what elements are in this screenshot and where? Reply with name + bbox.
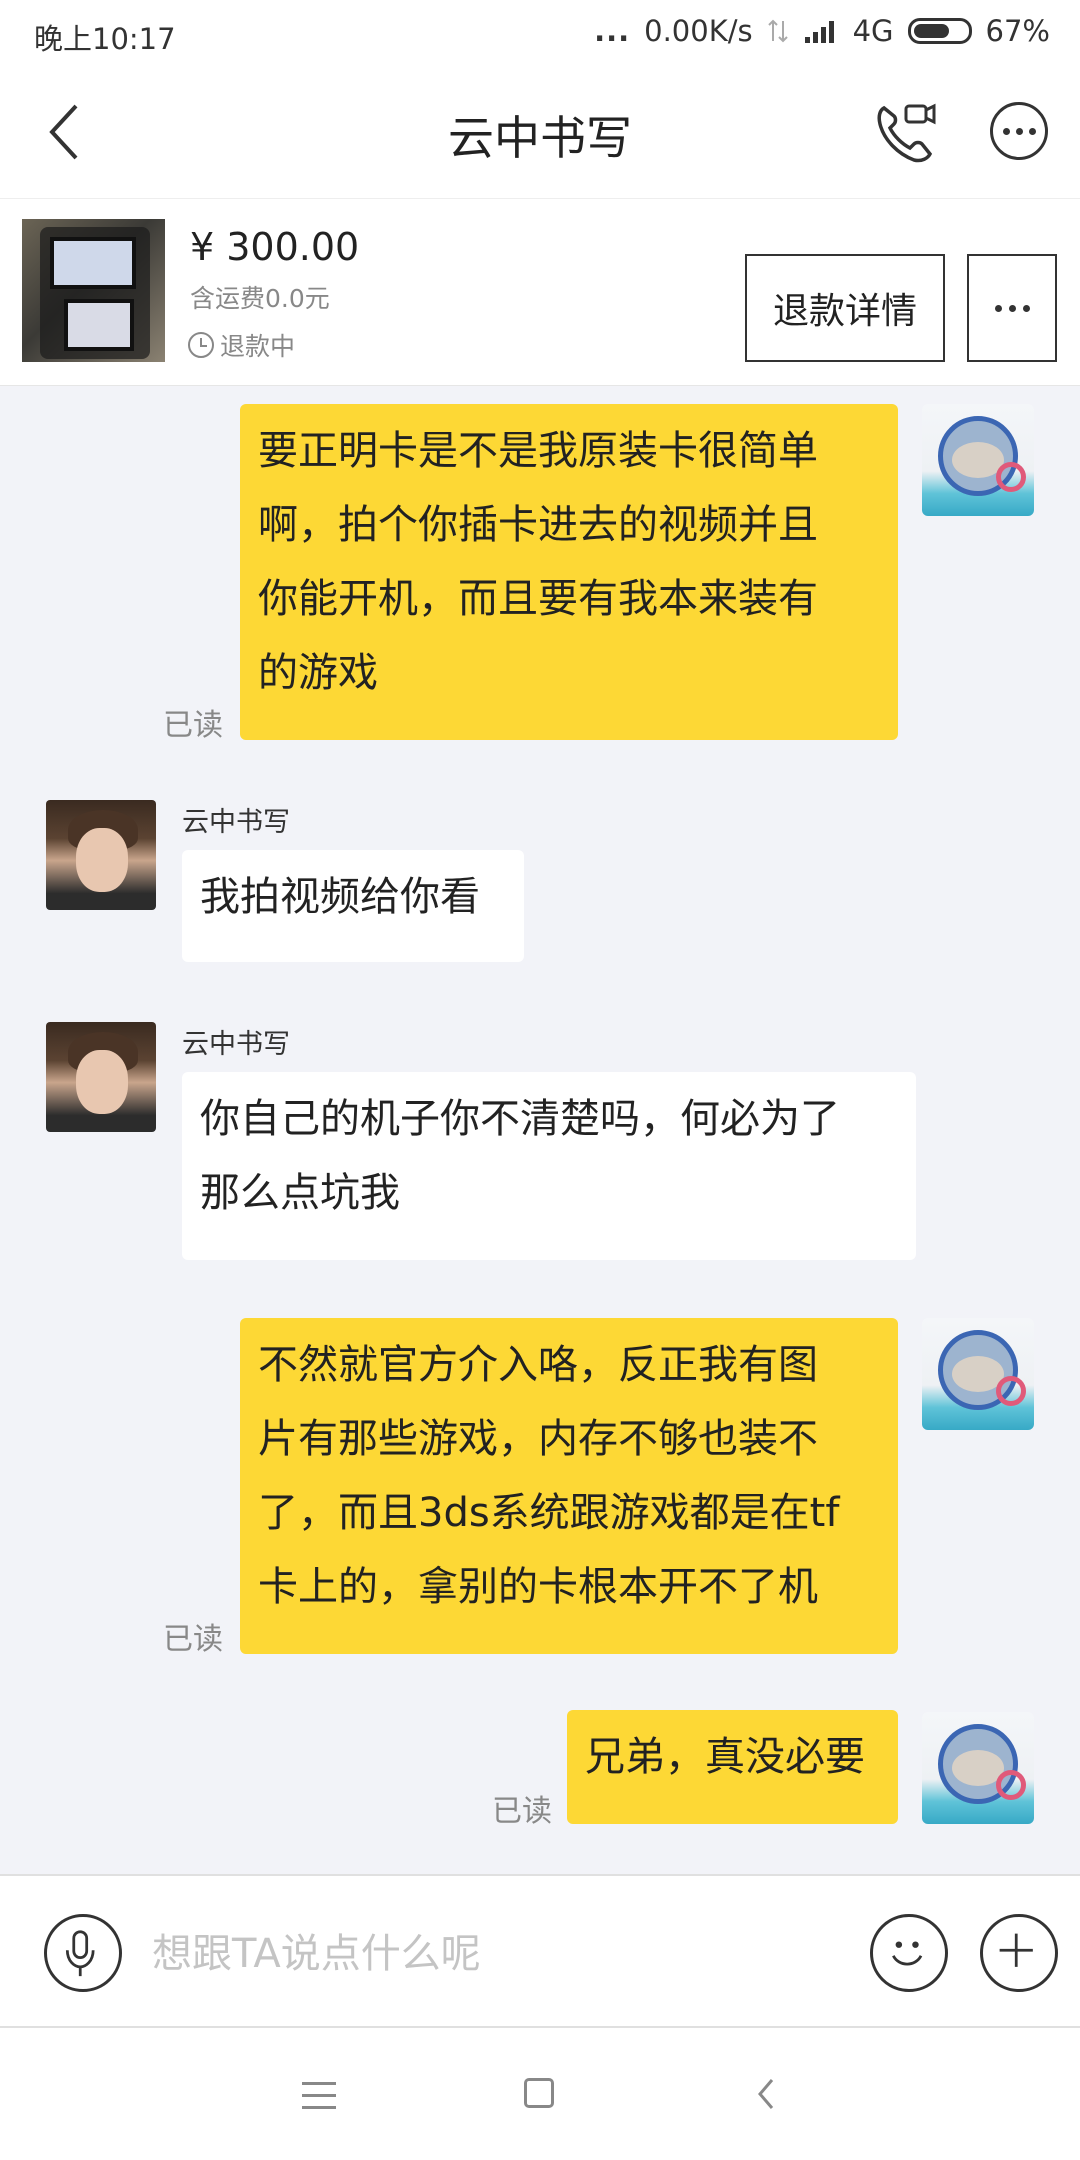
message-line: 片有那些游戏，内存不够也装不 bbox=[258, 1416, 818, 1462]
message-line: 我拍视频给你看 bbox=[200, 874, 480, 920]
battery-icon bbox=[907, 18, 972, 44]
avatar-ring bbox=[996, 462, 1026, 492]
avatar-mine[interactable] bbox=[922, 1712, 1034, 1824]
clock-icon bbox=[188, 332, 214, 358]
smiley-icon[interactable] bbox=[870, 1914, 948, 1992]
product-thumbnail[interactable] bbox=[22, 219, 165, 362]
thumbnail-top-screen bbox=[50, 237, 136, 289]
menu-icon[interactable] bbox=[302, 2082, 336, 2110]
message-line: 你自己的机子你不清楚吗，何必为了 bbox=[200, 1096, 840, 1142]
dot bbox=[1022, 304, 1030, 312]
message-line: 要正明卡是不是我原装卡很简单 bbox=[258, 428, 818, 474]
chat-header: 云中书写 bbox=[0, 66, 1080, 198]
dot bbox=[1015, 127, 1023, 135]
back-triangle-icon[interactable] bbox=[754, 2076, 778, 2112]
message-line: 啊，拍个你插卡进去的视频并且 bbox=[258, 502, 818, 548]
read-receipt: 已读 bbox=[492, 1794, 552, 1829]
message-line: 你能开机，而且要有我本来装有 bbox=[258, 576, 818, 622]
avatar-contact[interactable] bbox=[46, 1022, 156, 1132]
menu-line bbox=[302, 2082, 336, 2085]
refund-status: 退款中 bbox=[188, 327, 295, 363]
shipping-fee: 含运费0.0元 bbox=[190, 284, 330, 313]
plus-icon[interactable] bbox=[980, 1914, 1058, 1992]
avatar-face bbox=[76, 828, 128, 892]
battery-percent: 67% bbox=[985, 14, 1050, 48]
network-type: 4G bbox=[852, 14, 894, 48]
more-notifications-icon: ... bbox=[594, 14, 631, 48]
dot bbox=[994, 304, 1002, 312]
product-price: ¥ 300.00 bbox=[190, 225, 360, 269]
dot bbox=[1002, 127, 1010, 135]
thumbnail-bottom-screen bbox=[64, 299, 134, 351]
avatar-ring bbox=[996, 1376, 1026, 1406]
message-bubble-mine[interactable]: 要正明卡是不是我原装卡很简单 啊，拍个你插卡进去的视频并且 你能开机，而且要有我… bbox=[240, 404, 898, 740]
sender-name: 云中书写 bbox=[182, 1029, 290, 1060]
product-card: ¥ 300.00 含运费0.0元 退款中 退款详情 bbox=[0, 198, 1080, 386]
network-speed: 0.00K/s bbox=[644, 14, 753, 48]
avatar-contact[interactable] bbox=[46, 800, 156, 910]
read-receipt: 已读 bbox=[163, 1622, 223, 1657]
microphone-icon[interactable] bbox=[44, 1914, 122, 1992]
status-right: ... 0.00K/s 4G 67% bbox=[594, 14, 1050, 48]
signal-icon bbox=[804, 21, 834, 43]
data-arrows-icon bbox=[767, 19, 788, 43]
refund-details-button[interactable]: 退款详情 bbox=[745, 254, 945, 362]
avatar-mine[interactable] bbox=[922, 1318, 1034, 1430]
dot bbox=[1008, 304, 1016, 312]
avatar-ring bbox=[996, 1770, 1026, 1800]
message-line: 了，而且3ds系统跟游戏都是在tf bbox=[258, 1490, 840, 1536]
message-line: 的游戏 bbox=[258, 650, 378, 696]
battery-level bbox=[913, 24, 949, 38]
message-line: 卡上的，拿别的卡根本开不了机 bbox=[258, 1564, 818, 1610]
status-time: 晚上10:17 bbox=[34, 22, 176, 56]
read-receipt: 已读 bbox=[163, 708, 223, 743]
system-navigation-bar bbox=[0, 2028, 1080, 2160]
message-line: 那么点坑我 bbox=[200, 1170, 400, 1216]
dot bbox=[1028, 127, 1036, 135]
avatar-face bbox=[76, 1050, 128, 1114]
menu-line bbox=[302, 2094, 336, 2097]
message-bubble-mine[interactable]: 不然就官方介入咯，反正我有图 片有那些游戏，内存不够也装不 了，而且3ds系统跟… bbox=[240, 1318, 898, 1654]
message-input-bar bbox=[0, 1874, 1080, 2028]
home-square-icon[interactable] bbox=[524, 2078, 554, 2108]
message-bubble-contact[interactable]: 我拍视频给你看 bbox=[182, 850, 524, 962]
message-bubble-mine[interactable]: 兄弟，真没必要 bbox=[567, 1710, 898, 1824]
status-bar: 晚上10:17 ... 0.00K/s 4G 67% bbox=[0, 0, 1080, 66]
phone-video-icon[interactable] bbox=[870, 98, 940, 168]
sender-name: 云中书写 bbox=[182, 807, 290, 838]
menu-line bbox=[302, 2106, 336, 2109]
more-options-button[interactable] bbox=[990, 102, 1048, 160]
message-bubble-contact[interactable]: 你自己的机子你不清楚吗，何必为了 那么点坑我 bbox=[182, 1072, 916, 1260]
product-more-button[interactable] bbox=[967, 254, 1057, 362]
avatar-mine[interactable] bbox=[922, 404, 1034, 516]
message-line: 不然就官方介入咯，反正我有图 bbox=[258, 1342, 818, 1388]
message-input[interactable] bbox=[150, 1916, 854, 1992]
message-line: 兄弟，真没必要 bbox=[585, 1734, 865, 1780]
refund-status-label: 退款中 bbox=[220, 332, 296, 361]
